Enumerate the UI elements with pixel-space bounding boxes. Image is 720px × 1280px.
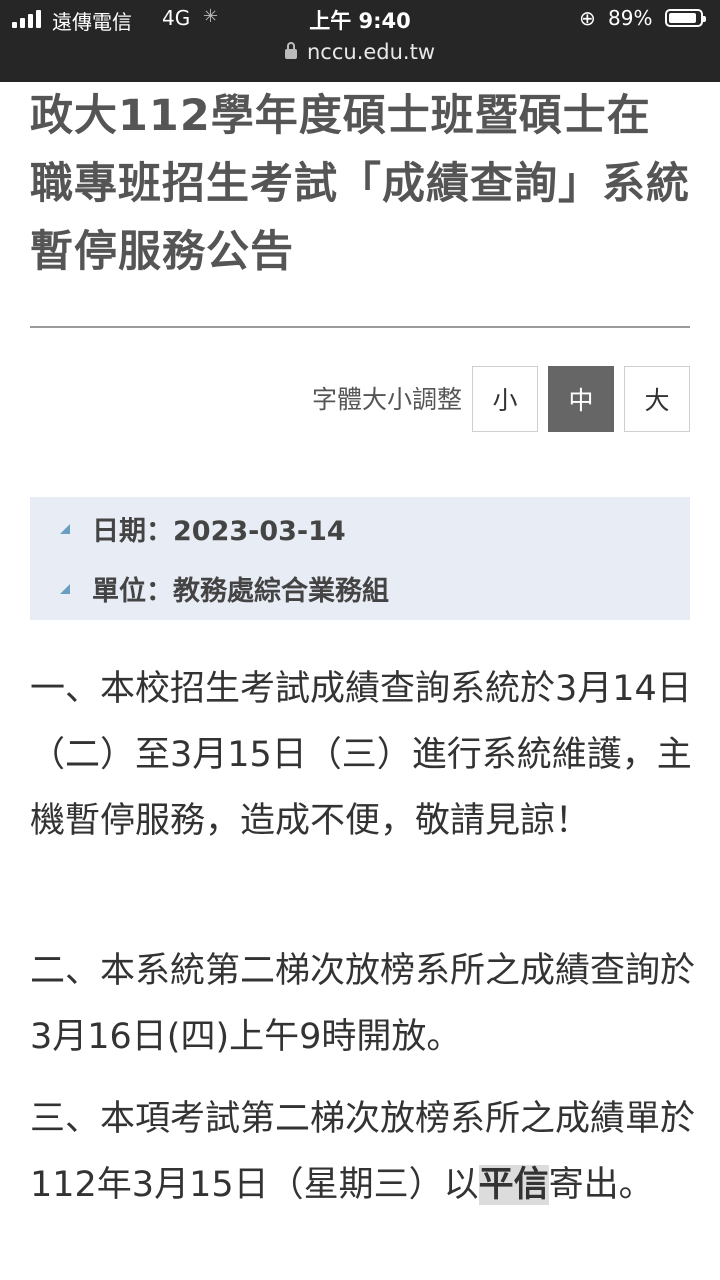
- status-bar: 遠傳電信 4G ✳ 上午 9:40 nccu.edu.tw ⊕ 89%: [0, 0, 720, 82]
- announcement-paragraph-2: 二、本系統第二梯次放榜系所之成績查詢於3月16日(四)上午9時開放。: [30, 951, 696, 1057]
- battery-percentage: 89%: [608, 6, 653, 30]
- announcement-paragraph-3: 三、本項考試第二梯次放榜系所之成績單於112年3月15日（星期三）以平信寄出。: [30, 1086, 700, 1218]
- address-bar[interactable]: nccu.edu.tw: [0, 40, 720, 64]
- meta-date-row: 日期：2023-03-14: [60, 509, 346, 548]
- bullet-triangle-icon: [60, 583, 70, 594]
- meta-unit: 單位：教務處綜合業務組: [92, 576, 389, 607]
- lock-icon: [284, 42, 297, 59]
- announcement-paragraph-1: 一、本校招生考試成績查詢系統於3月14日（二）至3月15日（三）進行系統維護，主…: [30, 669, 692, 841]
- url-text: nccu.edu.tw: [306, 40, 436, 64]
- battery-icon: [665, 9, 706, 27]
- page-title: 政大112學年度碩士班暨碩士在職專班招生考試「成績查詢」系統暫停服務公告: [30, 91, 690, 277]
- article-meta-box: 日期：2023-03-14 單位：教務處綜合業務組: [30, 497, 690, 620]
- title-divider: [30, 326, 690, 328]
- highlighted-text: 平信: [478, 1165, 549, 1205]
- font-size-medium-button[interactable]: 中: [548, 366, 614, 432]
- meta-date: 日期：2023-03-14: [92, 516, 346, 547]
- meta-unit-row: 單位：教務處綜合業務組: [60, 569, 389, 608]
- bullet-triangle-icon: [60, 523, 70, 534]
- font-size-small-button[interactable]: 小: [472, 366, 538, 432]
- font-size-large-button[interactable]: 大: [624, 366, 690, 432]
- paragraph-3-end: 寄出。: [548, 1165, 654, 1205]
- orientation-lock-icon: ⊕: [579, 6, 596, 30]
- font-size-label: 字體大小調整: [311, 385, 462, 414]
